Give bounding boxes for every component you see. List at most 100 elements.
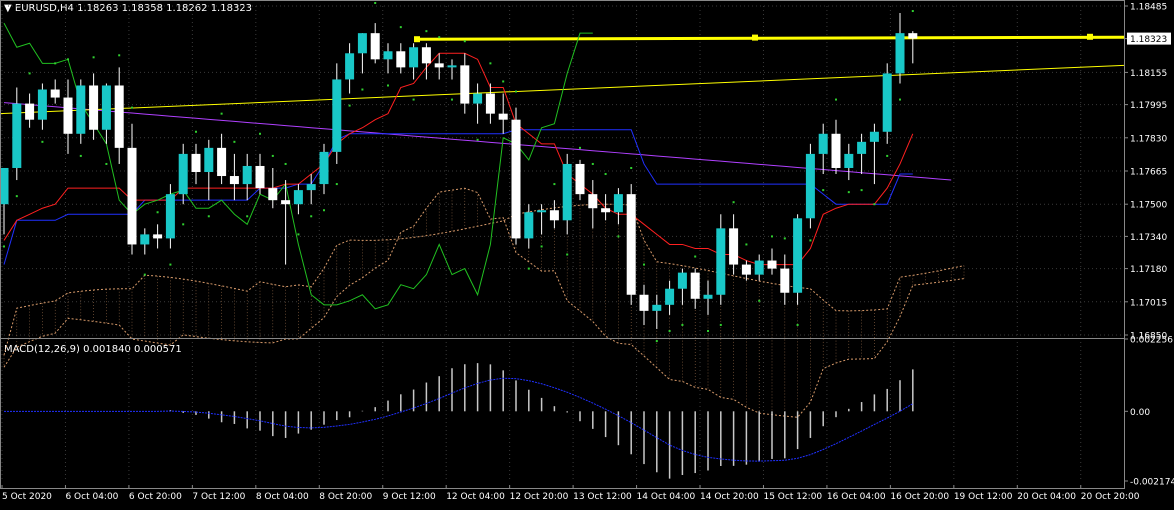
sar-dot xyxy=(271,154,274,157)
time-tick-label: 14 Oct 20:00 xyxy=(700,492,759,502)
macd-tick-label: 0.00 xyxy=(1130,408,1150,418)
bearish-candle xyxy=(127,147,137,245)
sar-dot xyxy=(92,56,95,59)
bullish-candle xyxy=(345,53,355,80)
current-price-label: 1.18323 xyxy=(1130,35,1167,45)
sar-dot xyxy=(451,98,453,101)
price-tick-label: 1.17665 xyxy=(1130,168,1167,178)
bearish-candle xyxy=(690,272,700,299)
sar-dot xyxy=(630,166,633,169)
sar-dot xyxy=(207,215,210,218)
bearish-candle xyxy=(50,89,60,98)
bullish-candle xyxy=(101,85,111,130)
sar-dot xyxy=(105,162,108,165)
macd-tick-label: 0.002256 xyxy=(1130,336,1173,346)
sar-dot xyxy=(361,88,364,91)
sar-dot xyxy=(348,104,351,107)
bearish-candle xyxy=(601,208,611,213)
sar-dot xyxy=(284,162,287,165)
bullish-candle xyxy=(716,228,726,295)
time-tick-label: 9 Oct 12:00 xyxy=(383,492,436,502)
bullish-candle xyxy=(882,73,892,132)
sar-dot xyxy=(182,223,185,226)
sar-dot xyxy=(297,233,300,236)
sar-dot xyxy=(911,10,914,13)
bearish-candle xyxy=(498,113,508,120)
price-tick-label: 1.18155 xyxy=(1130,69,1167,79)
sar-dot xyxy=(323,209,325,212)
sar-dot xyxy=(489,62,492,65)
bearish-candle xyxy=(767,260,777,269)
price-tick-label: 1.17995 xyxy=(1130,101,1167,111)
bearish-candle xyxy=(268,188,278,201)
time-tick-label: 7 Oct 12:00 xyxy=(192,492,245,502)
time-tick-label: 14 Oct 04:00 xyxy=(637,492,696,502)
bearish-candle xyxy=(434,63,444,68)
sar-dot xyxy=(643,263,645,266)
bearish-candle xyxy=(575,163,585,195)
bearish-candle xyxy=(626,194,636,295)
axes: 1.18485 1.18323 1.18155 1.17995 1.17830 1.176… xyxy=(0,0,1174,502)
bullish-candle xyxy=(383,51,393,60)
bullish-candle xyxy=(818,133,828,154)
time-tick-label: 19 Oct 12:00 xyxy=(954,492,1013,502)
bearish-candle xyxy=(511,119,521,239)
bullish-candle xyxy=(613,194,623,213)
bearish-candle xyxy=(729,228,739,265)
bearish-candle xyxy=(460,65,470,104)
bearish-candle xyxy=(255,165,265,189)
bearish-candle xyxy=(831,133,841,168)
level-anchor-point xyxy=(1087,33,1093,40)
sar-dot xyxy=(15,195,18,198)
sar-dot xyxy=(335,183,338,186)
bullish-candle xyxy=(473,93,483,104)
sar-dot xyxy=(668,329,671,332)
bearish-candle xyxy=(89,85,99,130)
bullish-candle xyxy=(165,194,175,239)
sar-dot xyxy=(796,323,799,326)
sar-dot xyxy=(579,146,581,149)
bullish-candle xyxy=(524,212,534,239)
bullish-candle xyxy=(76,85,86,134)
bullish-candle xyxy=(319,151,329,185)
bullish-candle xyxy=(895,33,905,74)
bullish-candle xyxy=(178,153,188,195)
macd-panel-border xyxy=(0,338,1125,489)
bearish-candle xyxy=(741,264,751,275)
time-tick-label: 20 Oct 20:00 xyxy=(1081,492,1140,502)
bearish-candle xyxy=(396,51,406,68)
sar-dot xyxy=(809,239,812,242)
sar-dot xyxy=(169,263,172,266)
bearish-candle xyxy=(25,103,35,120)
sar-dot xyxy=(310,215,313,218)
bullish-candle xyxy=(677,272,687,289)
price-tick-label: 1.17500 xyxy=(1130,201,1167,211)
sar-dot xyxy=(527,267,530,270)
bearish-candle xyxy=(217,147,227,177)
bullish-candle xyxy=(665,288,675,305)
time-tick-label: 16 Oct 04:00 xyxy=(827,492,886,502)
sar-dot xyxy=(860,189,863,192)
bearish-candle xyxy=(63,97,73,134)
sar-dot xyxy=(259,132,261,135)
bearish-candle xyxy=(549,210,559,221)
time-tick-label: 8 Oct 04:00 xyxy=(256,492,309,502)
price-chart[interactable]: 1.18485 1.18323 1.18155 1.17995 1.17830 1.176… xyxy=(0,0,1174,510)
sar-dot xyxy=(412,98,415,101)
sar-dot xyxy=(873,203,876,206)
bearish-candle xyxy=(639,294,649,311)
indicator-lines xyxy=(0,1,1125,343)
bearish-candle xyxy=(908,33,918,39)
sar-dot xyxy=(745,243,748,246)
sar-dot xyxy=(502,80,505,83)
sar-dot xyxy=(553,183,556,186)
sar-dot xyxy=(246,215,249,218)
sar-dot xyxy=(655,340,658,343)
bullish-candle xyxy=(754,260,764,275)
price-tick-label: 1.17015 xyxy=(1130,298,1167,308)
bullish-candle xyxy=(857,141,867,154)
senkou-span-a-line xyxy=(3,203,965,356)
bearish-candle xyxy=(191,153,201,173)
bullish-candle xyxy=(562,163,572,221)
bullish-candle xyxy=(409,47,419,68)
